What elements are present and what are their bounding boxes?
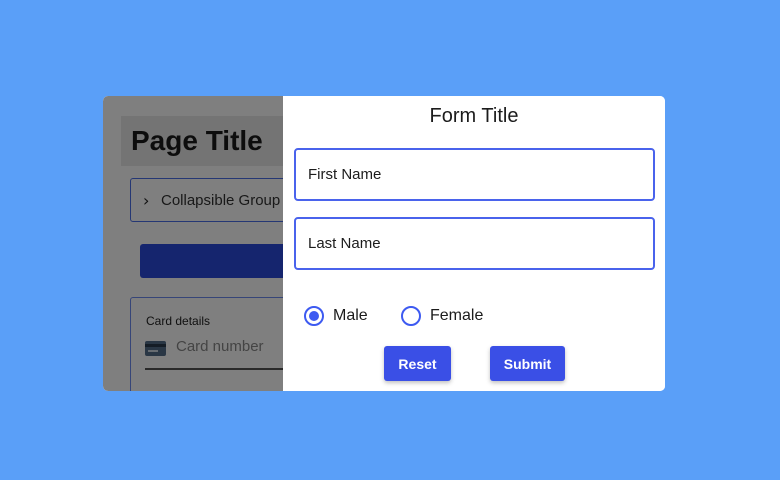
radio-female[interactable] (401, 306, 421, 326)
reset-button[interactable]: Reset (384, 346, 451, 381)
first-name-input[interactable] (296, 150, 638, 199)
submit-button[interactable]: Submit (490, 346, 565, 381)
radio-label-female: Female (430, 307, 484, 324)
form-drawer: Form Title Male Female Reset Submit (283, 96, 665, 391)
first-name-field[interactable] (294, 148, 655, 201)
app-window: Page Title › Collapsible Group Card deta… (103, 96, 665, 391)
last-name-input[interactable] (296, 219, 638, 268)
last-name-field[interactable] (294, 217, 655, 270)
modal-backdrop[interactable] (103, 96, 283, 391)
radio-label-male: Male (333, 307, 368, 324)
radio-selected-dot (309, 311, 319, 321)
form-title: Form Title (429, 105, 519, 127)
radio-male[interactable] (304, 306, 324, 326)
